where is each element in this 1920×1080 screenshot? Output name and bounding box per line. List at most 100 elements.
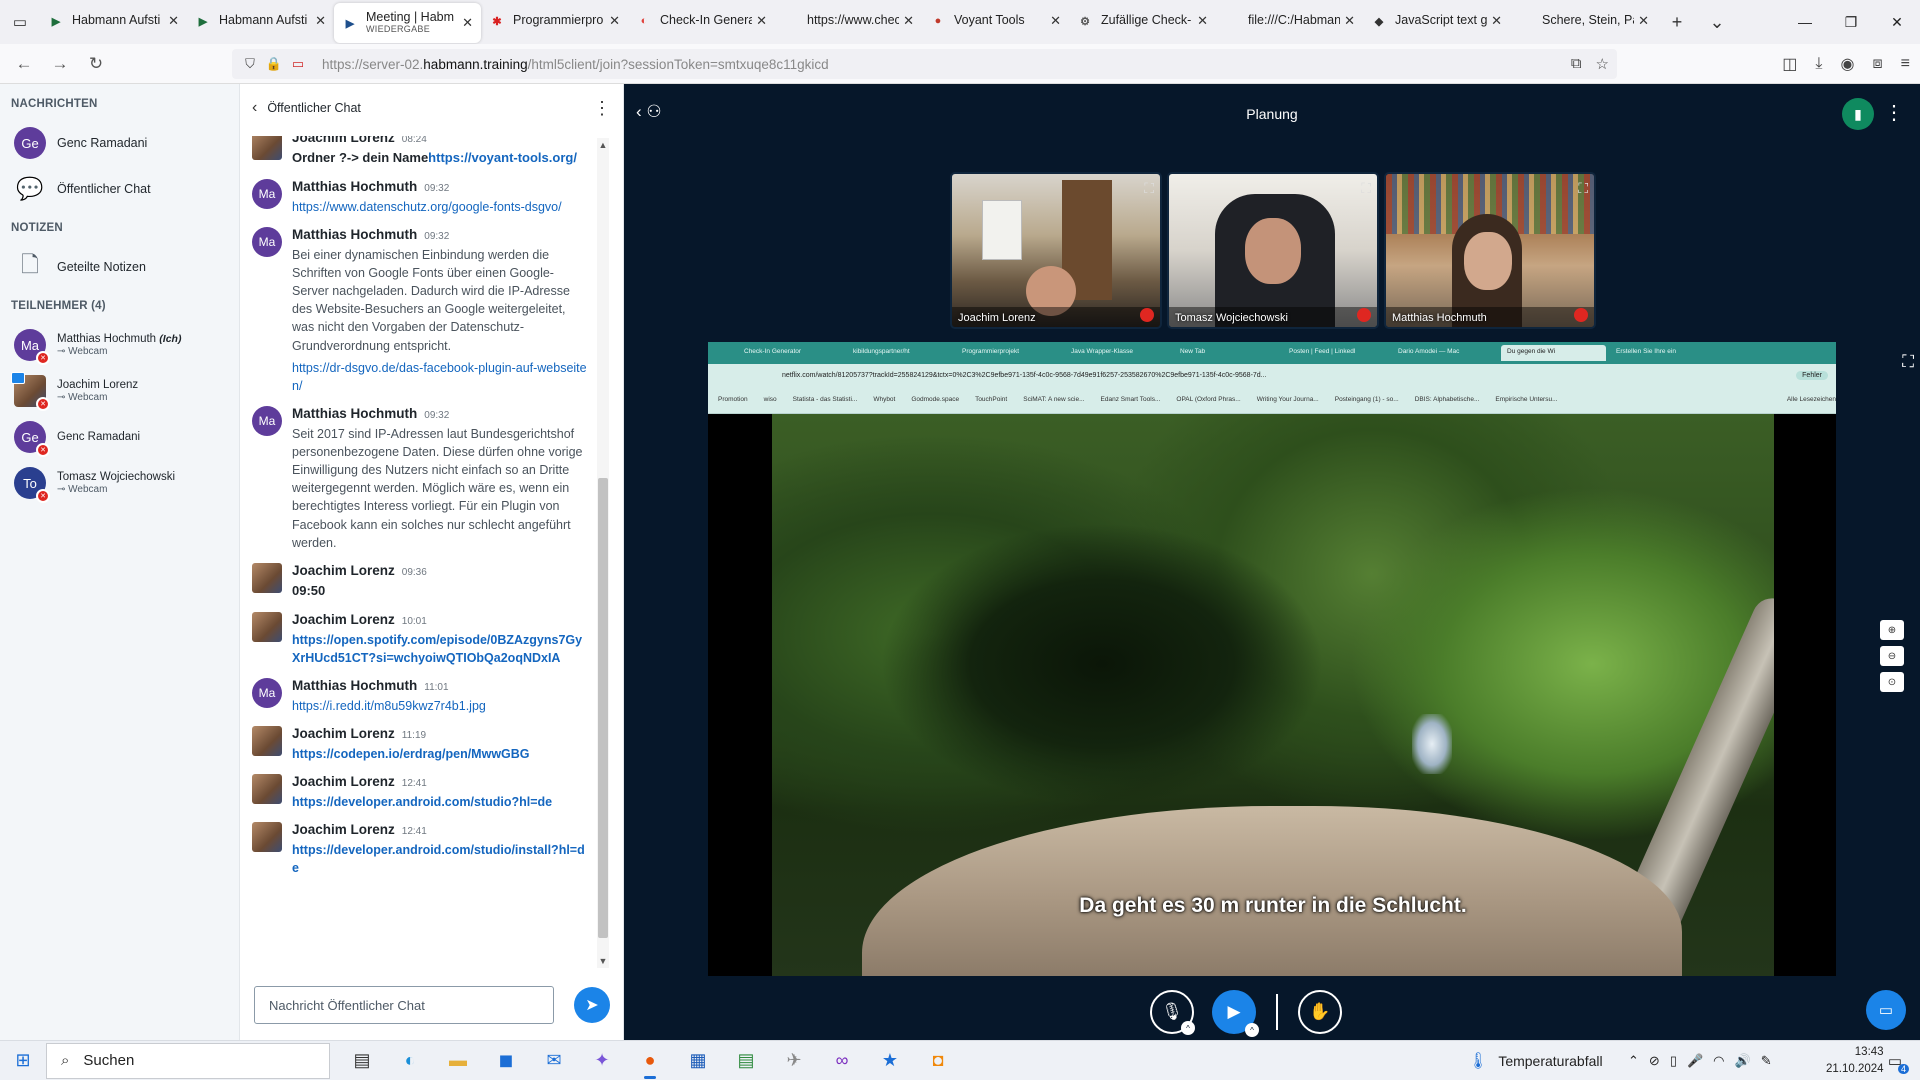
browser-tab[interactable]: ▶ Habmann Aufsti ✕	[187, 3, 334, 39]
close-tab-icon[interactable]: ✕	[1197, 13, 1208, 29]
scroll-up-icon[interactable]: ▲	[597, 140, 609, 150]
restore-icon[interactable]: ❐	[1828, 0, 1874, 44]
reload-icon[interactable]: ↻	[78, 46, 114, 82]
chat-options-icon[interactable]: ⋮	[593, 98, 611, 119]
fullscreen-icon[interactable]: ⛶	[1361, 180, 1371, 197]
tray-app-icon[interactable]: ⊘	[1649, 1053, 1660, 1069]
pen-icon[interactable]: ✎	[1761, 1053, 1772, 1069]
forward-icon[interactable]: →	[42, 46, 78, 82]
close-tab-icon[interactable]: ✕	[315, 13, 326, 29]
fullscreen-icon[interactable]: ⛶	[1578, 180, 1588, 197]
message-link[interactable]: https://i.redd.it/m8u59kwz7r4b1.jpg	[292, 699, 486, 713]
microphone-icon[interactable]: 🎤	[1687, 1053, 1703, 1069]
new-tab-icon[interactable]: +	[1657, 0, 1697, 44]
message-link[interactable]: https://developer.android.com/studio?hl=…	[292, 795, 552, 809]
volume-icon[interactable]: 🔊	[1735, 1053, 1751, 1069]
chevron-left-icon[interactable]: ‹	[252, 99, 257, 117]
close-tab-icon[interactable]: ✕	[903, 13, 914, 29]
close-tab-icon[interactable]: ✕	[462, 15, 473, 31]
webcam-tile[interactable]: ⛶ Matthias Hochmuth	[1384, 172, 1596, 329]
camera-options-icon[interactable]: ^	[1245, 1023, 1259, 1037]
message-link[interactable]: https://open.spotify.com/episode/0BZAzgy…	[292, 633, 582, 665]
browser-tab[interactable]: ✱ Programmierpro ✕	[481, 3, 628, 39]
store-icon[interactable]: ◼	[482, 1041, 530, 1080]
browser-tab[interactable]: ▶ Habmann Aufsti ✕	[40, 3, 187, 39]
participant-item[interactable]: Ma ✕ Matthias Hochmuth (Ich) ⊸ Webcam	[0, 322, 239, 368]
fit-icon[interactable]: ⊙	[1880, 672, 1904, 692]
message-link[interactable]: https://www.datenschutz.org/google-fonts…	[292, 200, 562, 214]
browser-tab[interactable]: https://www.checkin ✕	[775, 3, 922, 39]
message-link[interactable]: https://developer.android.com/studio/ins…	[292, 843, 585, 875]
meeting-options-icon[interactable]: ⋮	[1884, 100, 1904, 125]
send-message-button[interactable]: ➤	[574, 987, 610, 1023]
browser-tab[interactable]: Schere, Stein, Papier ✕	[1510, 3, 1657, 39]
bookmark-star-icon[interactable]: ☆	[1596, 55, 1609, 73]
close-tab-icon[interactable]: ✕	[1491, 13, 1502, 29]
tray-device-icon[interactable]: ▯	[1670, 1053, 1677, 1069]
lock-icon[interactable]: 🔒	[262, 56, 286, 72]
copilot-icon[interactable]: ✦	[578, 1041, 626, 1080]
download-icon[interactable]: ⤓	[1815, 55, 1822, 73]
raise-hand-button[interactable]: ✋	[1298, 990, 1342, 1034]
menu-icon[interactable]: ≡	[1901, 55, 1910, 73]
browser-tab[interactable]: ● Voyant Tools ✕	[922, 3, 1069, 39]
file-explorer-icon[interactable]: ▬	[434, 1041, 482, 1080]
close-tab-icon[interactable]: ✕	[756, 13, 767, 29]
chat-message-input[interactable]: Nachricht Öffentlicher Chat	[254, 986, 554, 1024]
chat-message-list[interactable]: Joachim Lorenz 08:24 Ordner ?-> dein Name…	[240, 136, 590, 966]
sheets-icon[interactable]: ▤	[722, 1041, 770, 1080]
scroll-down-icon[interactable]: ▼	[597, 956, 609, 966]
edge-icon[interactable]: ◐	[386, 1041, 434, 1080]
browser-tab[interactable]: ⚙ Zufällige Check- ✕	[1069, 3, 1216, 39]
zoom-out-icon[interactable]: ⊖	[1880, 646, 1904, 666]
minimize-icon[interactable]: —	[1782, 0, 1828, 44]
fullscreen-icon[interactable]: ⛶	[1144, 180, 1154, 197]
browser-tab[interactable]: ◐ Check-In Genera ✕	[628, 3, 775, 39]
toggle-chat-button[interactable]: ▭	[1866, 990, 1906, 1030]
shared-notes-item[interactable]: 🗋 Geteilte Notizen	[0, 244, 239, 290]
taskbar-clock[interactable]: 13:43 21.10.2024	[1826, 1044, 1884, 1077]
chat-title[interactable]: Öffentlicher Chat	[267, 101, 361, 115]
webcam-tile[interactable]: ⛶ Tomasz Wojciechowski	[1167, 172, 1379, 329]
participant-item[interactable]: To ✕ Tomasz Wojciechowski ⊸ Webcam	[0, 460, 239, 506]
close-window-icon[interactable]: ✕	[1874, 0, 1920, 44]
message-link[interactable]: https://codepen.io/erdrag/pen/MwwGBG	[292, 747, 530, 761]
shield-icon[interactable]: ⛉	[238, 56, 262, 72]
url-bar[interactable]: ⛉ 🔒 ▭ https://server-02.habmann.training…	[232, 49, 1617, 79]
windows-start-icon[interactable]: ⊞	[0, 1041, 46, 1080]
account-icon[interactable]: ◉	[1841, 54, 1855, 74]
tab-overview-icon[interactable]: ▭	[0, 0, 40, 44]
zoom-in-icon[interactable]: ⊕	[1880, 620, 1904, 640]
message-link[interactable]: https://dr-dsgvo.de/das-facebook-plugin-…	[292, 361, 587, 393]
browser-tab[interactable]: ▶ Meeting | Habm WIEDERGABE ✕	[334, 3, 481, 43]
tray-chevron-icon[interactable]: ⌃	[1628, 1053, 1639, 1069]
mic-options-icon[interactable]: ^	[1181, 1021, 1195, 1035]
close-tab-icon[interactable]: ✕	[168, 13, 179, 29]
webcam-tile[interactable]: ⛶ Joachim Lorenz	[950, 172, 1162, 329]
word-icon[interactable]: ▦	[674, 1041, 722, 1080]
unmute-mic-button[interactable]: 🎙 ^	[1150, 990, 1195, 1035]
message-link[interactable]: https://voyant-tools.org/	[428, 150, 577, 165]
url-text[interactable]: https://server-02.habmann.training/html5…	[322, 57, 829, 72]
screenshare-view[interactable]: Check-In Generator kibildungspartner/ht Pr…	[708, 342, 1836, 976]
app-orange-icon[interactable]: ◘	[914, 1041, 962, 1080]
app-icon[interactable]: ✈	[770, 1041, 818, 1080]
wifi-icon[interactable]: ◠	[1713, 1053, 1724, 1069]
media-app-icon[interactable]: ∞	[818, 1041, 866, 1080]
participant-item[interactable]: ✕ Joachim Lorenz ⊸ Webcam	[0, 368, 239, 414]
back-icon[interactable]: ←	[6, 46, 42, 82]
task-view-icon[interactable]: ▤	[338, 1041, 386, 1080]
browser-tab[interactable]: ◆ JavaScript text g ✕	[1363, 3, 1510, 39]
webcam-button[interactable]: ▶ ^	[1212, 990, 1259, 1037]
chat-scrollbar[interactable]: ▲ ▼	[597, 138, 609, 968]
public-chat-item[interactable]: 💬 Öffentlicher Chat	[0, 166, 239, 212]
browser-tab[interactable]: file:///C:/Habmann/ ✕	[1216, 3, 1363, 39]
pocket-icon[interactable]: ◫	[1782, 54, 1797, 74]
scrollbar-thumb[interactable]	[598, 478, 608, 938]
close-tab-icon[interactable]: ✕	[1638, 13, 1649, 29]
mail-icon[interactable]: ✉	[530, 1041, 578, 1080]
app-star-icon[interactable]: ★	[866, 1041, 914, 1080]
firefox-icon[interactable]: ●	[626, 1041, 674, 1080]
private-chat-genc[interactable]: Ge Genc Ramadani	[0, 120, 239, 166]
tab-list-chevron-icon[interactable]: ⌄	[1697, 0, 1737, 44]
